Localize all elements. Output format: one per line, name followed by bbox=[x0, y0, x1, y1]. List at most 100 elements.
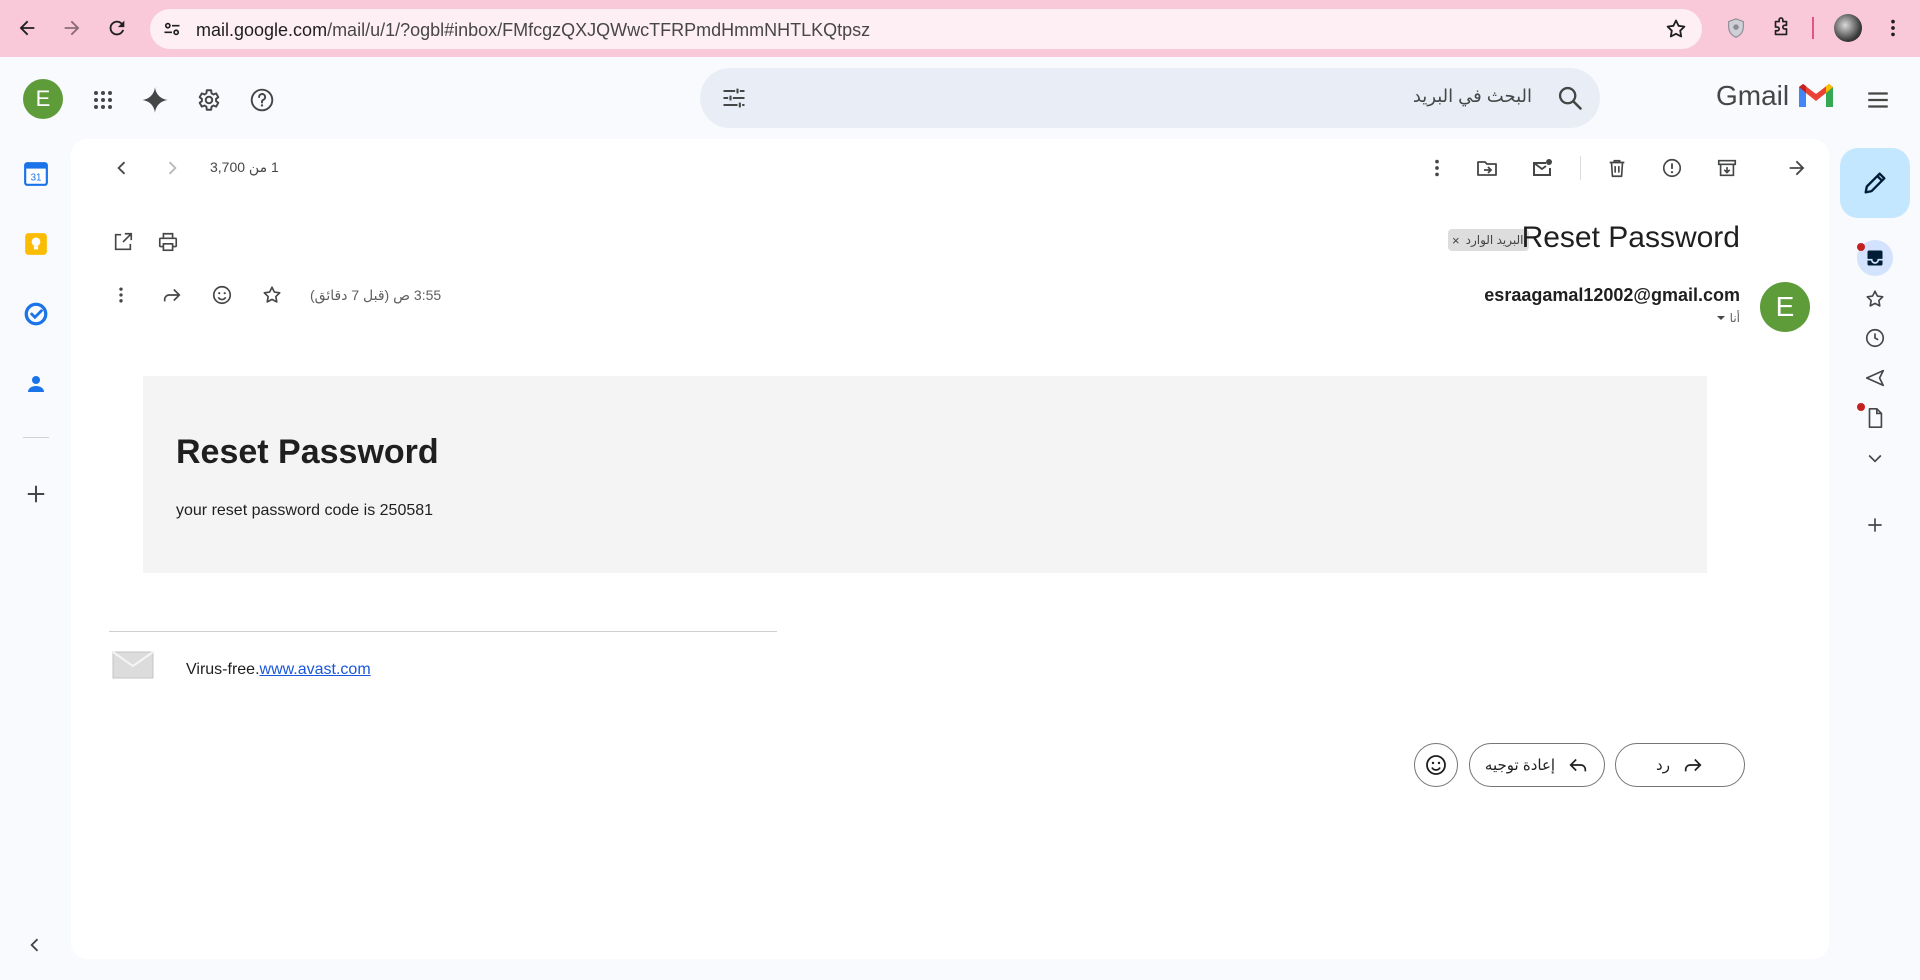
sparkle-icon bbox=[142, 87, 168, 113]
browser-toolbar: mail.google.com/mail/u/1/?ogbl#inbox/FMf… bbox=[0, 0, 1920, 57]
chevron-right-icon bbox=[168, 161, 177, 175]
forward-button[interactable] bbox=[55, 11, 89, 45]
gmail-wordmark: Gmail bbox=[1716, 80, 1790, 111]
shield-extension-button[interactable] bbox=[1719, 11, 1753, 45]
search-options-icon[interactable] bbox=[720, 84, 748, 112]
bookmark-star-icon[interactable] bbox=[1664, 17, 1688, 41]
arrow-right-icon bbox=[64, 20, 80, 36]
trash-icon bbox=[1609, 159, 1625, 178]
delete-button[interactable] bbox=[1599, 150, 1635, 186]
more-actions-button[interactable] bbox=[1419, 150, 1455, 186]
inbox-unread-dot bbox=[1857, 243, 1865, 251]
plus-icon bbox=[1868, 518, 1882, 532]
report-spam-button[interactable] bbox=[1654, 150, 1690, 186]
virus-free-text: Virus-free. bbox=[186, 661, 260, 678]
gmail-logo[interactable]: Gmail bbox=[1716, 80, 1835, 112]
account-avatar[interactable]: E bbox=[23, 79, 63, 119]
draft-file-icon bbox=[1868, 408, 1883, 428]
print-button[interactable] bbox=[150, 224, 186, 260]
contacts-person-icon bbox=[28, 376, 44, 392]
forward-arrow-icon bbox=[1569, 758, 1587, 772]
nav-starred[interactable] bbox=[1857, 281, 1893, 317]
site-settings-icon[interactable] bbox=[160, 17, 184, 41]
address-bar[interactable]: mail.google.com/mail/u/1/?ogbl#inbox/FMf… bbox=[150, 9, 1702, 49]
tasks-app-button[interactable] bbox=[16, 294, 56, 334]
add-app-button[interactable] bbox=[16, 474, 56, 514]
reply-button[interactable]: رد bbox=[1615, 743, 1745, 787]
reload-button[interactable] bbox=[100, 11, 134, 45]
mark-unread-button[interactable] bbox=[1524, 150, 1560, 186]
apps-button[interactable] bbox=[83, 80, 123, 120]
svg-text:31: 31 bbox=[31, 173, 42, 184]
back-to-inbox-button[interactable] bbox=[1779, 150, 1815, 186]
nav-snoozed[interactable] bbox=[1857, 320, 1893, 356]
collapse-panel-button[interactable] bbox=[20, 930, 50, 960]
nav-add-label[interactable] bbox=[1857, 507, 1893, 543]
puzzle-icon bbox=[1774, 17, 1788, 36]
message-more-button[interactable] bbox=[103, 277, 139, 313]
browser-menu-button[interactable] bbox=[1876, 11, 1910, 45]
envelope-icon bbox=[112, 651, 154, 679]
pencil-icon bbox=[1864, 172, 1886, 194]
move-to-button[interactable] bbox=[1469, 150, 1505, 186]
add-reaction-button[interactable] bbox=[204, 277, 240, 313]
reply-arrow-icon bbox=[1684, 758, 1702, 772]
star-icon bbox=[1866, 290, 1884, 307]
back-button[interactable] bbox=[10, 11, 44, 45]
caret-down-icon bbox=[1716, 316, 1725, 320]
gemini-button[interactable] bbox=[135, 80, 175, 120]
browser-profile-avatar[interactable] bbox=[1834, 14, 1862, 42]
chevron-down-icon bbox=[1868, 454, 1882, 463]
search-icon[interactable] bbox=[1556, 84, 1584, 112]
send-icon bbox=[1865, 369, 1885, 387]
inbox-icon bbox=[1867, 250, 1883, 266]
url-text: mail.google.com/mail/u/1/?ogbl#inbox/FMf… bbox=[196, 20, 871, 40]
forward-button[interactable]: إعادة توجيه bbox=[1469, 743, 1605, 787]
search-bar[interactable]: البحث في البريد bbox=[700, 68, 1600, 128]
avast-link[interactable]: www.avast.com bbox=[260, 661, 371, 678]
star-message-button[interactable] bbox=[254, 277, 290, 313]
search-input[interactable]: البحث في البريد bbox=[1413, 86, 1532, 107]
keep-bulb-icon bbox=[25, 233, 47, 255]
pager-count: 1 من 3,700 bbox=[210, 159, 279, 175]
share-arrow-icon bbox=[163, 288, 181, 302]
help-icon bbox=[250, 88, 274, 112]
emoji-reaction-button[interactable] bbox=[1414, 743, 1458, 787]
archive-button[interactable] bbox=[1709, 150, 1745, 186]
contacts-app-button[interactable] bbox=[16, 364, 56, 404]
virus-free-note: Virus-free.www.avast.com bbox=[186, 661, 371, 679]
label-text: البريد الوارد bbox=[1465, 233, 1524, 247]
message-reply-icon-button[interactable] bbox=[154, 277, 190, 313]
account-initial: E bbox=[35, 86, 51, 111]
archive-icon bbox=[1717, 159, 1737, 177]
keep-app-button[interactable] bbox=[16, 224, 56, 264]
star-icon bbox=[263, 286, 281, 303]
gear-icon bbox=[198, 89, 220, 111]
recipient-details[interactable]: أنا bbox=[1716, 311, 1740, 325]
settings-button[interactable] bbox=[188, 80, 228, 120]
sender-avatar[interactable]: E bbox=[1760, 282, 1810, 332]
help-button[interactable] bbox=[242, 80, 282, 120]
more-vertical-icon bbox=[119, 287, 123, 303]
compose-button[interactable] bbox=[1840, 148, 1910, 218]
main-menu-button[interactable] bbox=[1858, 80, 1898, 120]
extensions-button[interactable] bbox=[1764, 11, 1798, 45]
newer-message-button[interactable] bbox=[154, 150, 190, 186]
remove-label-button[interactable]: × bbox=[1452, 233, 1460, 248]
nav-sent[interactable] bbox=[1857, 360, 1893, 396]
recipient-label: أنا bbox=[1729, 311, 1740, 325]
alert-circle-icon bbox=[1662, 158, 1682, 178]
drafts-unread-dot bbox=[1857, 403, 1865, 411]
message-date: 3:55 ص (قبل 7 دقائق) bbox=[310, 287, 442, 303]
smiley-icon bbox=[212, 285, 232, 305]
calendar-icon: 31 bbox=[24, 162, 48, 186]
forward-label: إعادة توجيه bbox=[1484, 757, 1556, 774]
open-new-window-button[interactable] bbox=[105, 224, 141, 260]
calendar-app-button[interactable]: 31 bbox=[16, 154, 56, 194]
gmail-m-icon bbox=[1799, 84, 1834, 107]
sender-email[interactable]: esraagamal12002@gmail.com bbox=[1484, 285, 1740, 306]
older-message-button[interactable] bbox=[104, 150, 140, 186]
nav-more[interactable] bbox=[1857, 440, 1893, 476]
chevron-left-icon bbox=[117, 161, 126, 175]
signature-divider bbox=[109, 631, 777, 632]
